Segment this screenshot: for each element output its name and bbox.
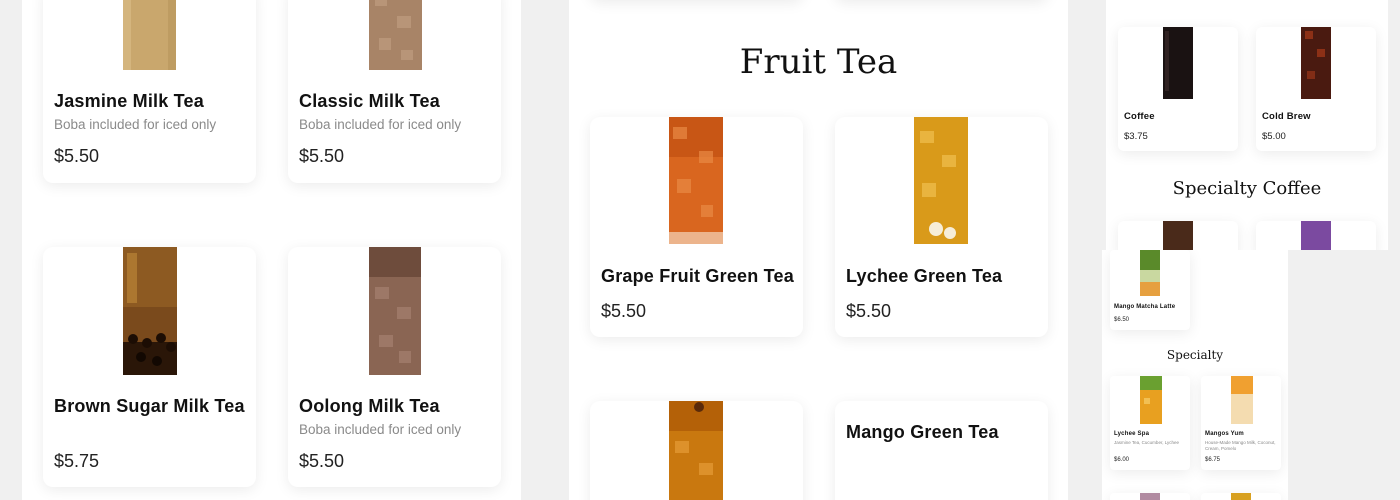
classic-milk-tea-cup-icon <box>369 0 422 70</box>
item-description: Jasmine Tea, Cucumber, Lychee <box>1114 440 1180 445</box>
item-description: Boba included for iced only <box>299 117 462 132</box>
menu-item-mango-matcha-latte[interactable]: Mango Matcha Latte $6.50 <box>1110 250 1190 330</box>
menu-item-classic-milk-tea[interactable]: Classic Milk Tea Boba included for iced … <box>288 0 501 183</box>
section-title-specialty-coffee: Specialty Coffee <box>1172 178 1322 199</box>
specialty-coffee-cup-icon <box>1163 221 1193 250</box>
item-price: $5.75 <box>54 451 100 471</box>
menu-item-jasmine-milk-tea[interactable]: Jasmine Milk Tea Boba included for iced … <box>43 0 256 183</box>
menu-item-coffee[interactable]: Coffee $3.75 <box>1118 27 1238 151</box>
item-name: Cold Brew <box>1262 111 1311 122</box>
menu-item-lychee-spa[interactable]: Lychee Spa Jasmine Tea, Cucumber, Lychee… <box>1110 376 1190 470</box>
item-description: Boba included for iced only <box>54 117 217 132</box>
item-name: Classic Milk Tea <box>299 91 440 111</box>
item-price: $5.50 <box>299 451 345 471</box>
menu-item-oolong-milk-tea[interactable]: Oolong Milk Tea Boba included for iced o… <box>288 247 501 487</box>
coffee-cup-icon <box>1163 27 1193 99</box>
menu-item-cold-brew[interactable]: Cold Brew $5.00 <box>1256 27 1376 151</box>
item-price: $5.50 <box>846 301 892 321</box>
item-description: House-Made Mango Milk, Coconut, Cream, P… <box>1205 440 1276 451</box>
fruit-tea-cup-icon <box>669 401 723 500</box>
item-name: Mangos Yum <box>1205 431 1244 437</box>
item-price: $5.00 <box>1262 131 1286 142</box>
brown-sugar-milk-tea-cup-icon <box>123 247 177 375</box>
item-price: $6.00 <box>1114 457 1130 463</box>
item-name: Brown Sugar Milk Tea <box>54 396 245 416</box>
item-price: $5.50 <box>299 146 345 166</box>
item-name: Lychee Spa <box>1114 431 1150 437</box>
item-price: $6.50 <box>1114 317 1130 323</box>
lychee-spa-cup-icon <box>1140 376 1162 424</box>
menu-item-mangos-yum[interactable]: Mangos Yum House-Made Mango Milk, Coconu… <box>1201 376 1281 470</box>
lychee-green-tea-cup-icon <box>914 117 968 244</box>
item-price: $3.75 <box>1124 131 1148 142</box>
coffee-panel: Coffee $3.75 Cold Brew $5.00 Specialty C… <box>1106 0 1388 250</box>
item-name: Grape Fruit Green Tea <box>601 266 794 286</box>
menu-item-partial[interactable] <box>1118 221 1238 250</box>
item-price: $5.50 <box>601 301 647 321</box>
fruit-tea-panel: Fruit Tea Grape Fruit Green Tea $5.50 Ly… <box>569 0 1068 500</box>
menu-item-fruit-tea[interactable] <box>590 401 803 500</box>
mango-matcha-latte-cup-icon <box>1140 250 1160 296</box>
menu-item-partial[interactable] <box>1201 493 1281 500</box>
specialty-cup-icon <box>1140 493 1160 500</box>
oolong-milk-tea-cup-icon <box>369 247 421 375</box>
item-description: Boba included for iced only <box>299 422 462 437</box>
jasmine-milk-tea-cup-icon <box>123 0 176 70</box>
item-price: $5.50 <box>54 146 100 166</box>
grape-fruit-green-tea-cup-icon <box>669 117 723 244</box>
menu-item-partial[interactable] <box>1110 493 1190 500</box>
item-name: Mango Matcha Latte <box>1114 304 1176 310</box>
item-name: Mango Green Tea <box>846 422 999 442</box>
milk-tea-panel: Jasmine Milk Tea Boba included for iced … <box>22 0 521 500</box>
item-name: Coffee <box>1124 111 1155 122</box>
specialty-panel: Mango Matcha Latte $6.50 Specialty Lyche… <box>1102 250 1288 500</box>
menu-item-mango-green-tea[interactable]: Mango Green Tea <box>835 401 1048 500</box>
section-title-specialty: Specialty <box>1166 348 1224 362</box>
specialty-coffee-cup-icon <box>1301 221 1331 250</box>
menu-item-grape-fruit-green-tea[interactable]: Grape Fruit Green Tea $5.50 <box>590 117 803 337</box>
menu-item-brown-sugar-milk-tea[interactable]: Brown Sugar Milk Tea $5.75 <box>43 247 256 487</box>
mangos-yum-cup-icon <box>1231 376 1253 424</box>
item-name: Jasmine Milk Tea <box>54 91 204 111</box>
item-name: Oolong Milk Tea <box>299 396 440 416</box>
specialty-cup-icon <box>1231 493 1251 500</box>
menu-item-partial[interactable] <box>1256 221 1376 250</box>
cold-brew-cup-icon <box>1301 27 1331 99</box>
menu-item-lychee-green-tea[interactable]: Lychee Green Tea $5.50 <box>835 117 1048 337</box>
section-title-fruit-tea: Fruit Tea <box>739 42 898 82</box>
item-price: $6.75 <box>1205 457 1221 463</box>
item-name: Lychee Green Tea <box>846 266 1003 286</box>
